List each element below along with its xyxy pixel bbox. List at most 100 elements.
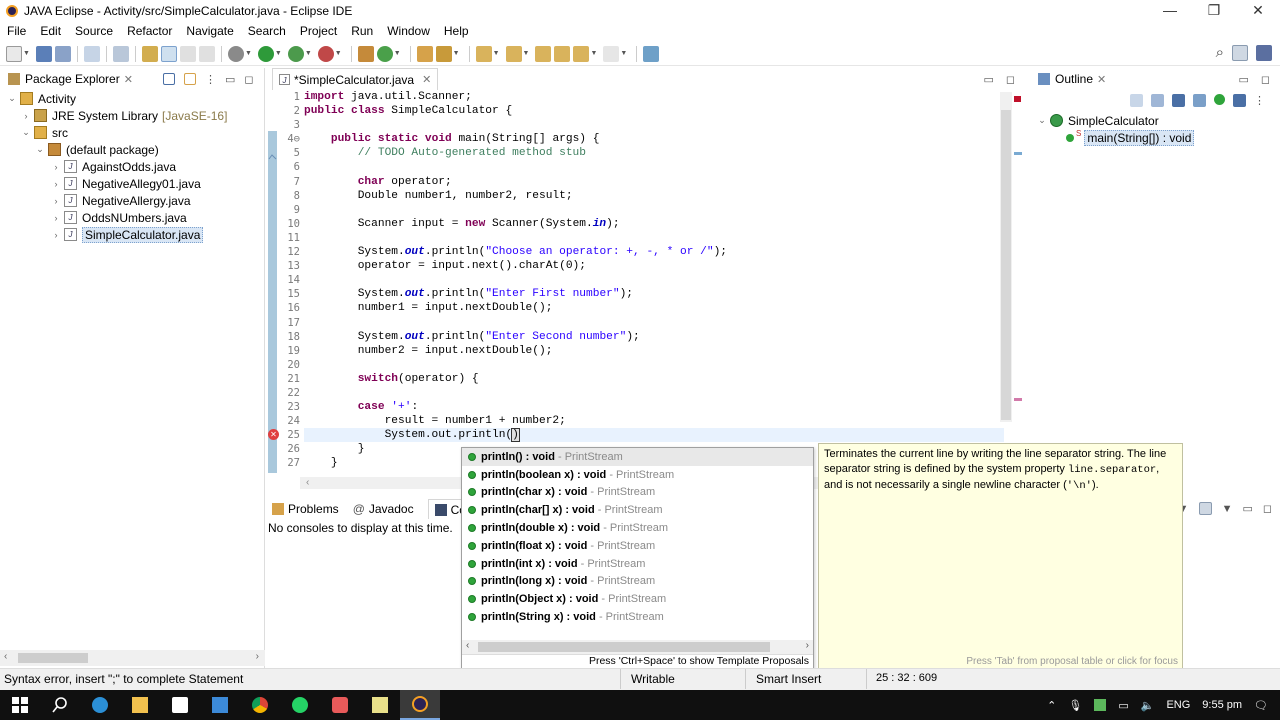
volume-icon[interactable]: 🔈	[1141, 699, 1155, 712]
maximize-view-icon[interactable]: ◻	[244, 73, 253, 86]
show-whitespace-icon[interactable]	[198, 45, 215, 62]
pin-editor-icon[interactable]	[643, 45, 660, 62]
code-line[interactable]	[304, 203, 1004, 217]
collapse-all-icon[interactable]	[162, 73, 175, 85]
microphone-icon[interactable]: 🎙	[1068, 699, 1082, 712]
scroll-left-icon[interactable]: ‹	[306, 477, 309, 488]
chevron-right-icon[interactable]: ›	[50, 230, 62, 240]
tree-item-file-selected[interactable]: › J SimpleCalculator.java	[0, 226, 265, 243]
code-line[interactable]: System.out.println("Enter Second number"…	[304, 330, 1004, 344]
javadoc-hover[interactable]: Terminates the current line by writing t…	[818, 443, 1183, 672]
scroll-left-icon[interactable]: ‹	[466, 640, 469, 651]
tab-simplecalculator[interactable]: J *SimpleCalculator.java ✕	[272, 68, 439, 90]
chevron-right-icon[interactable]: ›	[50, 213, 62, 223]
view-menu-icon[interactable]: ⋮	[1254, 94, 1265, 107]
package-explorer-title[interactable]: Package Explorer	[25, 72, 120, 86]
tree-item-project[interactable]: ⌄ Activity	[0, 90, 265, 107]
minimize-button[interactable]: —	[1148, 0, 1192, 22]
chevron-right-icon[interactable]: ›	[20, 111, 32, 121]
tree-item-package[interactable]: ⌄ (default package)	[0, 141, 265, 158]
code-line[interactable]: number1 = input.nextDouble();	[304, 301, 1004, 315]
close-tab-icon[interactable]: ✕	[422, 73, 431, 86]
menu-project[interactable]: Project	[293, 24, 344, 38]
outline-title[interactable]: Outline	[1055, 72, 1093, 86]
package-explorer-hscroll[interactable]: ‹ ›	[0, 650, 265, 666]
code-line[interactable]: System.out.println()	[304, 428, 1004, 443]
highlight-icon[interactable]	[141, 45, 158, 62]
menu-window[interactable]: Window	[380, 24, 437, 38]
code-line[interactable]: char operator;	[304, 175, 1004, 189]
dropdown-arrow-icon[interactable]: ▼	[590, 50, 597, 57]
code-line[interactable]	[304, 231, 1004, 245]
search-icon[interactable]: ⌕	[1216, 44, 1224, 61]
new-icon[interactable]	[6, 45, 22, 62]
scroll-left-icon[interactable]: ‹	[4, 651, 7, 662]
menu-navigate[interactable]: Navigate	[179, 24, 240, 38]
tab-javadoc[interactable]: @ Javadoc	[353, 502, 414, 516]
code-line[interactable]: result = number1 + number2;	[304, 414, 1004, 428]
proposal-item[interactable]: println(double x) : void - PrintStream	[462, 519, 813, 537]
taskbar-chrome[interactable]	[240, 690, 280, 720]
open-console-icon[interactable]	[1198, 502, 1212, 515]
last-edit-icon[interactable]	[535, 45, 552, 62]
mark-occurrences-icon[interactable]	[160, 45, 177, 62]
code-line[interactable]: case '+':	[304, 400, 1004, 414]
hide-static-icon[interactable]	[1193, 94, 1206, 107]
search-tool-icon[interactable]	[435, 45, 452, 62]
tree-item-src[interactable]: ⌄ src	[0, 124, 265, 141]
proposal-item[interactable]: println(char x) : void - PrintStream	[462, 484, 813, 502]
code-line[interactable]: System.out.println("Enter First number")…	[304, 287, 1004, 301]
code-line[interactable]: import java.util.Scanner;	[304, 90, 1004, 104]
scroll-thumb[interactable]	[18, 653, 88, 663]
hide-nonpublic-icon[interactable]	[1214, 94, 1225, 105]
proposal-item[interactable]: println(float x) : void - PrintStream	[462, 537, 813, 555]
tray-app-icon[interactable]	[1094, 699, 1107, 711]
proposal-item[interactable]: println(int x) : void - PrintStream	[462, 555, 813, 573]
taskbar-store[interactable]	[160, 690, 200, 720]
coverage-icon[interactable]	[287, 45, 304, 62]
dropdown-arrow-icon[interactable]: ▼	[523, 50, 530, 57]
tree-item-file[interactable]: › J NegativeAllergy.java	[0, 192, 265, 209]
clock[interactable]: 9:55 pm	[1202, 699, 1242, 711]
next-annotation-icon[interactable]	[475, 45, 492, 62]
tree-item-file[interactable]: › J OddsNUmbers.java	[0, 209, 265, 226]
minimize-view-icon[interactable]: ▭	[1238, 73, 1248, 86]
view-menu-icon[interactable]: ⋮	[205, 73, 216, 86]
minimize-view-icon[interactable]: ▭	[225, 73, 235, 86]
proposal-item[interactable]: println(boolean x) : void - PrintStream	[462, 466, 813, 484]
minimize-view-icon[interactable]: ▭	[983, 73, 993, 86]
external-tools-icon[interactable]	[317, 45, 334, 62]
taskbar-notepad[interactable]	[360, 690, 400, 720]
maximize-view-icon[interactable]: ◻	[1261, 73, 1270, 86]
collapse-all-icon[interactable]	[1130, 94, 1143, 107]
taskbar-explorer[interactable]	[120, 690, 160, 720]
scroll-thumb[interactable]	[1001, 110, 1011, 420]
chevron-down-icon[interactable]: ⌄	[20, 127, 32, 138]
maximize-view-icon[interactable]: ◻	[1006, 73, 1015, 86]
menu-file[interactable]: File	[0, 24, 33, 38]
notification-icon[interactable]: 🗨	[1254, 699, 1268, 712]
code-line[interactable]: operator = input.next().charAt(0);	[304, 259, 1004, 273]
java-perspective-icon[interactable]	[1256, 44, 1272, 61]
toggle-block-icon[interactable]	[179, 45, 196, 62]
chevron-up-icon[interactable]: ⌃	[1047, 699, 1056, 712]
scroll-right-icon[interactable]: ›	[256, 651, 259, 662]
taskbar-whatsapp[interactable]	[280, 690, 320, 720]
open-perspective-icon[interactable]	[1232, 44, 1248, 61]
proposal-item[interactable]: println() : void - PrintStream	[462, 448, 813, 466]
code-line[interactable]	[304, 273, 1004, 287]
proposal-item[interactable]: println(char[] x) : void - PrintStream	[462, 501, 813, 519]
tree-item-jre[interactable]: › JRE System Library [JavaSE-16]	[0, 107, 265, 124]
code-line[interactable]: System.out.println("Choose an operator: …	[304, 245, 1004, 259]
menu-source[interactable]: Source	[68, 24, 120, 38]
outline-item-method[interactable]: S main(String[]) : void	[1036, 129, 1195, 146]
chevron-right-icon[interactable]: ›	[50, 179, 62, 189]
dropdown-arrow-icon[interactable]: ▼	[305, 50, 312, 57]
new-package-icon[interactable]	[357, 45, 374, 62]
taskbar-edge[interactable]	[80, 690, 120, 720]
close-icon[interactable]: ✕	[1097, 73, 1106, 86]
code-lines[interactable]: import java.util.Scanner; public class Si…	[304, 90, 1004, 471]
dropdown-arrow-icon[interactable]: ▼	[394, 50, 401, 57]
code-line[interactable]: public static void main(String[] args) {	[304, 132, 1004, 146]
link-editor-icon[interactable]	[183, 73, 196, 85]
